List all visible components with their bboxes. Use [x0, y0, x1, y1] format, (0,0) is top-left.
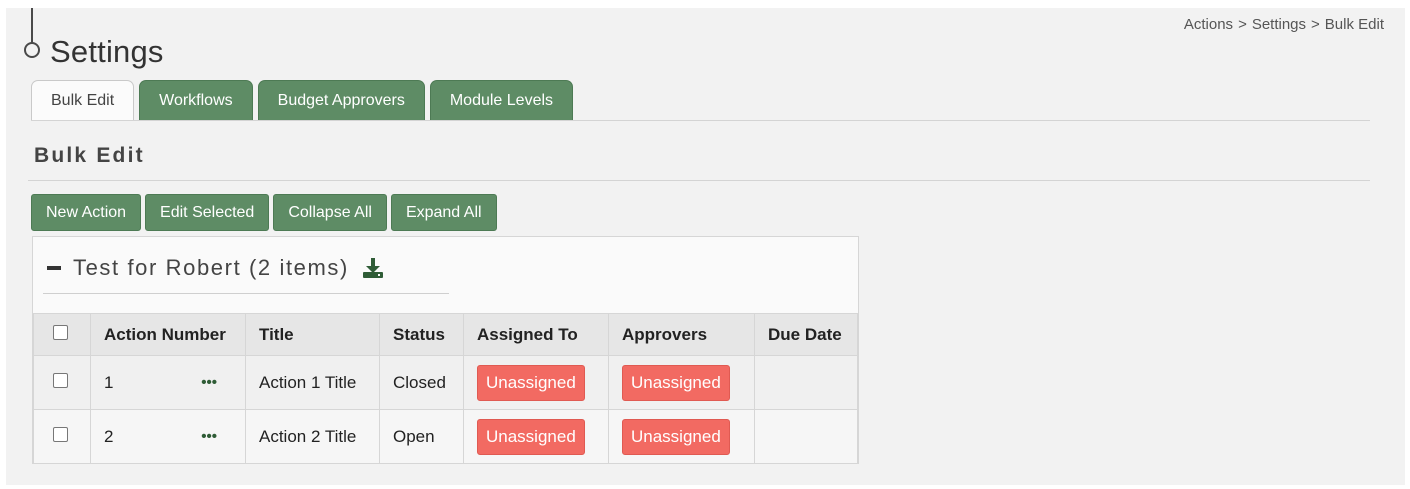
- approvers-badge[interactable]: Unassigned: [622, 418, 730, 455]
- assigned-to-badge[interactable]: Unassigned: [477, 364, 585, 401]
- timeline-line: [31, 8, 33, 44]
- breadcrumb-separator: >: [1311, 16, 1320, 33]
- breadcrumb-actions[interactable]: Actions: [1184, 16, 1233, 33]
- action-number[interactable]: 1: [104, 373, 113, 393]
- section-divider: [28, 180, 1370, 181]
- breadcrumb-separator: >: [1238, 16, 1247, 33]
- approvers-cell: Unassigned: [608, 355, 755, 410]
- header-action-number[interactable]: Action Number: [90, 313, 246, 356]
- toolbar: New Action Edit Selected Collapse All Ex…: [31, 194, 497, 231]
- assigned-to-cell: Unassigned: [463, 355, 609, 410]
- action-number[interactable]: 2: [104, 427, 113, 447]
- more-options-icon[interactable]: •••: [201, 374, 217, 391]
- due-date: [754, 355, 858, 410]
- breadcrumb-settings[interactable]: Settings: [1252, 16, 1306, 33]
- header-assigned-to[interactable]: Assigned To: [463, 313, 609, 356]
- edit-selected-button[interactable]: Edit Selected: [145, 194, 270, 231]
- action-number-cell: 1 •••: [90, 355, 246, 410]
- table-header-row: Action Number Title Status Assigned To A…: [33, 313, 858, 356]
- row-select-cell: [33, 355, 91, 410]
- section-title: Bulk Edit: [34, 144, 145, 167]
- group-header: Test for Robert (2 items): [47, 255, 385, 281]
- breadcrumb-bulk-edit: Bulk Edit: [1324, 16, 1384, 33]
- tab-module-levels[interactable]: Module Levels: [429, 80, 574, 121]
- table-row: 1 ••• Action 1 Title Closed Unassigned U…: [33, 355, 858, 410]
- header-title[interactable]: Title: [245, 313, 380, 356]
- approvers-badge[interactable]: Unassigned: [622, 364, 730, 401]
- group-divider: [43, 293, 449, 294]
- table-row: 2 ••• Action 2 Title Open Unassigned Una…: [33, 409, 858, 464]
- expand-all-button[interactable]: Expand All: [390, 194, 497, 231]
- breadcrumb: Actions > Settings > Bulk Edit: [1184, 16, 1384, 33]
- actions-table: Action Number Title Status Assigned To A…: [33, 313, 858, 464]
- group-title: Test for Robert (2 items): [73, 255, 349, 280]
- action-group: Test for Robert (2 items) Action Number …: [32, 236, 859, 464]
- approvers-cell: Unassigned: [608, 409, 755, 464]
- download-icon[interactable]: [361, 257, 385, 279]
- new-action-button[interactable]: New Action: [31, 194, 142, 231]
- row-checkbox[interactable]: [53, 372, 68, 388]
- action-number-cell: 2 •••: [90, 409, 246, 464]
- page-title: Settings: [50, 34, 164, 69]
- collapse-all-button[interactable]: Collapse All: [273, 194, 387, 231]
- row-select-cell: [33, 409, 91, 464]
- tab-bulk-edit[interactable]: Bulk Edit: [31, 80, 135, 121]
- header-approvers[interactable]: Approvers: [608, 313, 755, 356]
- assigned-to-cell: Unassigned: [463, 409, 609, 464]
- tab-budget-approvers[interactable]: Budget Approvers: [257, 80, 425, 121]
- tab-workflows[interactable]: Workflows: [139, 80, 253, 121]
- header-status[interactable]: Status: [379, 313, 464, 356]
- select-all-cell: [33, 313, 91, 356]
- action-title: Action 2 Title: [245, 409, 380, 464]
- more-options-icon[interactable]: •••: [201, 428, 217, 445]
- action-status: Open: [379, 409, 464, 464]
- header-due-date[interactable]: Due Date: [754, 313, 858, 356]
- select-all-checkbox[interactable]: [53, 324, 68, 340]
- tabs-divider: [31, 120, 1370, 121]
- minus-icon[interactable]: [47, 266, 61, 270]
- action-title: Action 1 Title: [245, 355, 380, 410]
- timeline-node-icon: [24, 42, 40, 58]
- settings-tabs: Bulk Edit Workflows Budget Approvers Mod…: [31, 80, 574, 121]
- assigned-to-badge[interactable]: Unassigned: [477, 418, 585, 455]
- row-checkbox[interactable]: [53, 426, 68, 442]
- due-date: [754, 409, 858, 464]
- action-status: Closed: [379, 355, 464, 410]
